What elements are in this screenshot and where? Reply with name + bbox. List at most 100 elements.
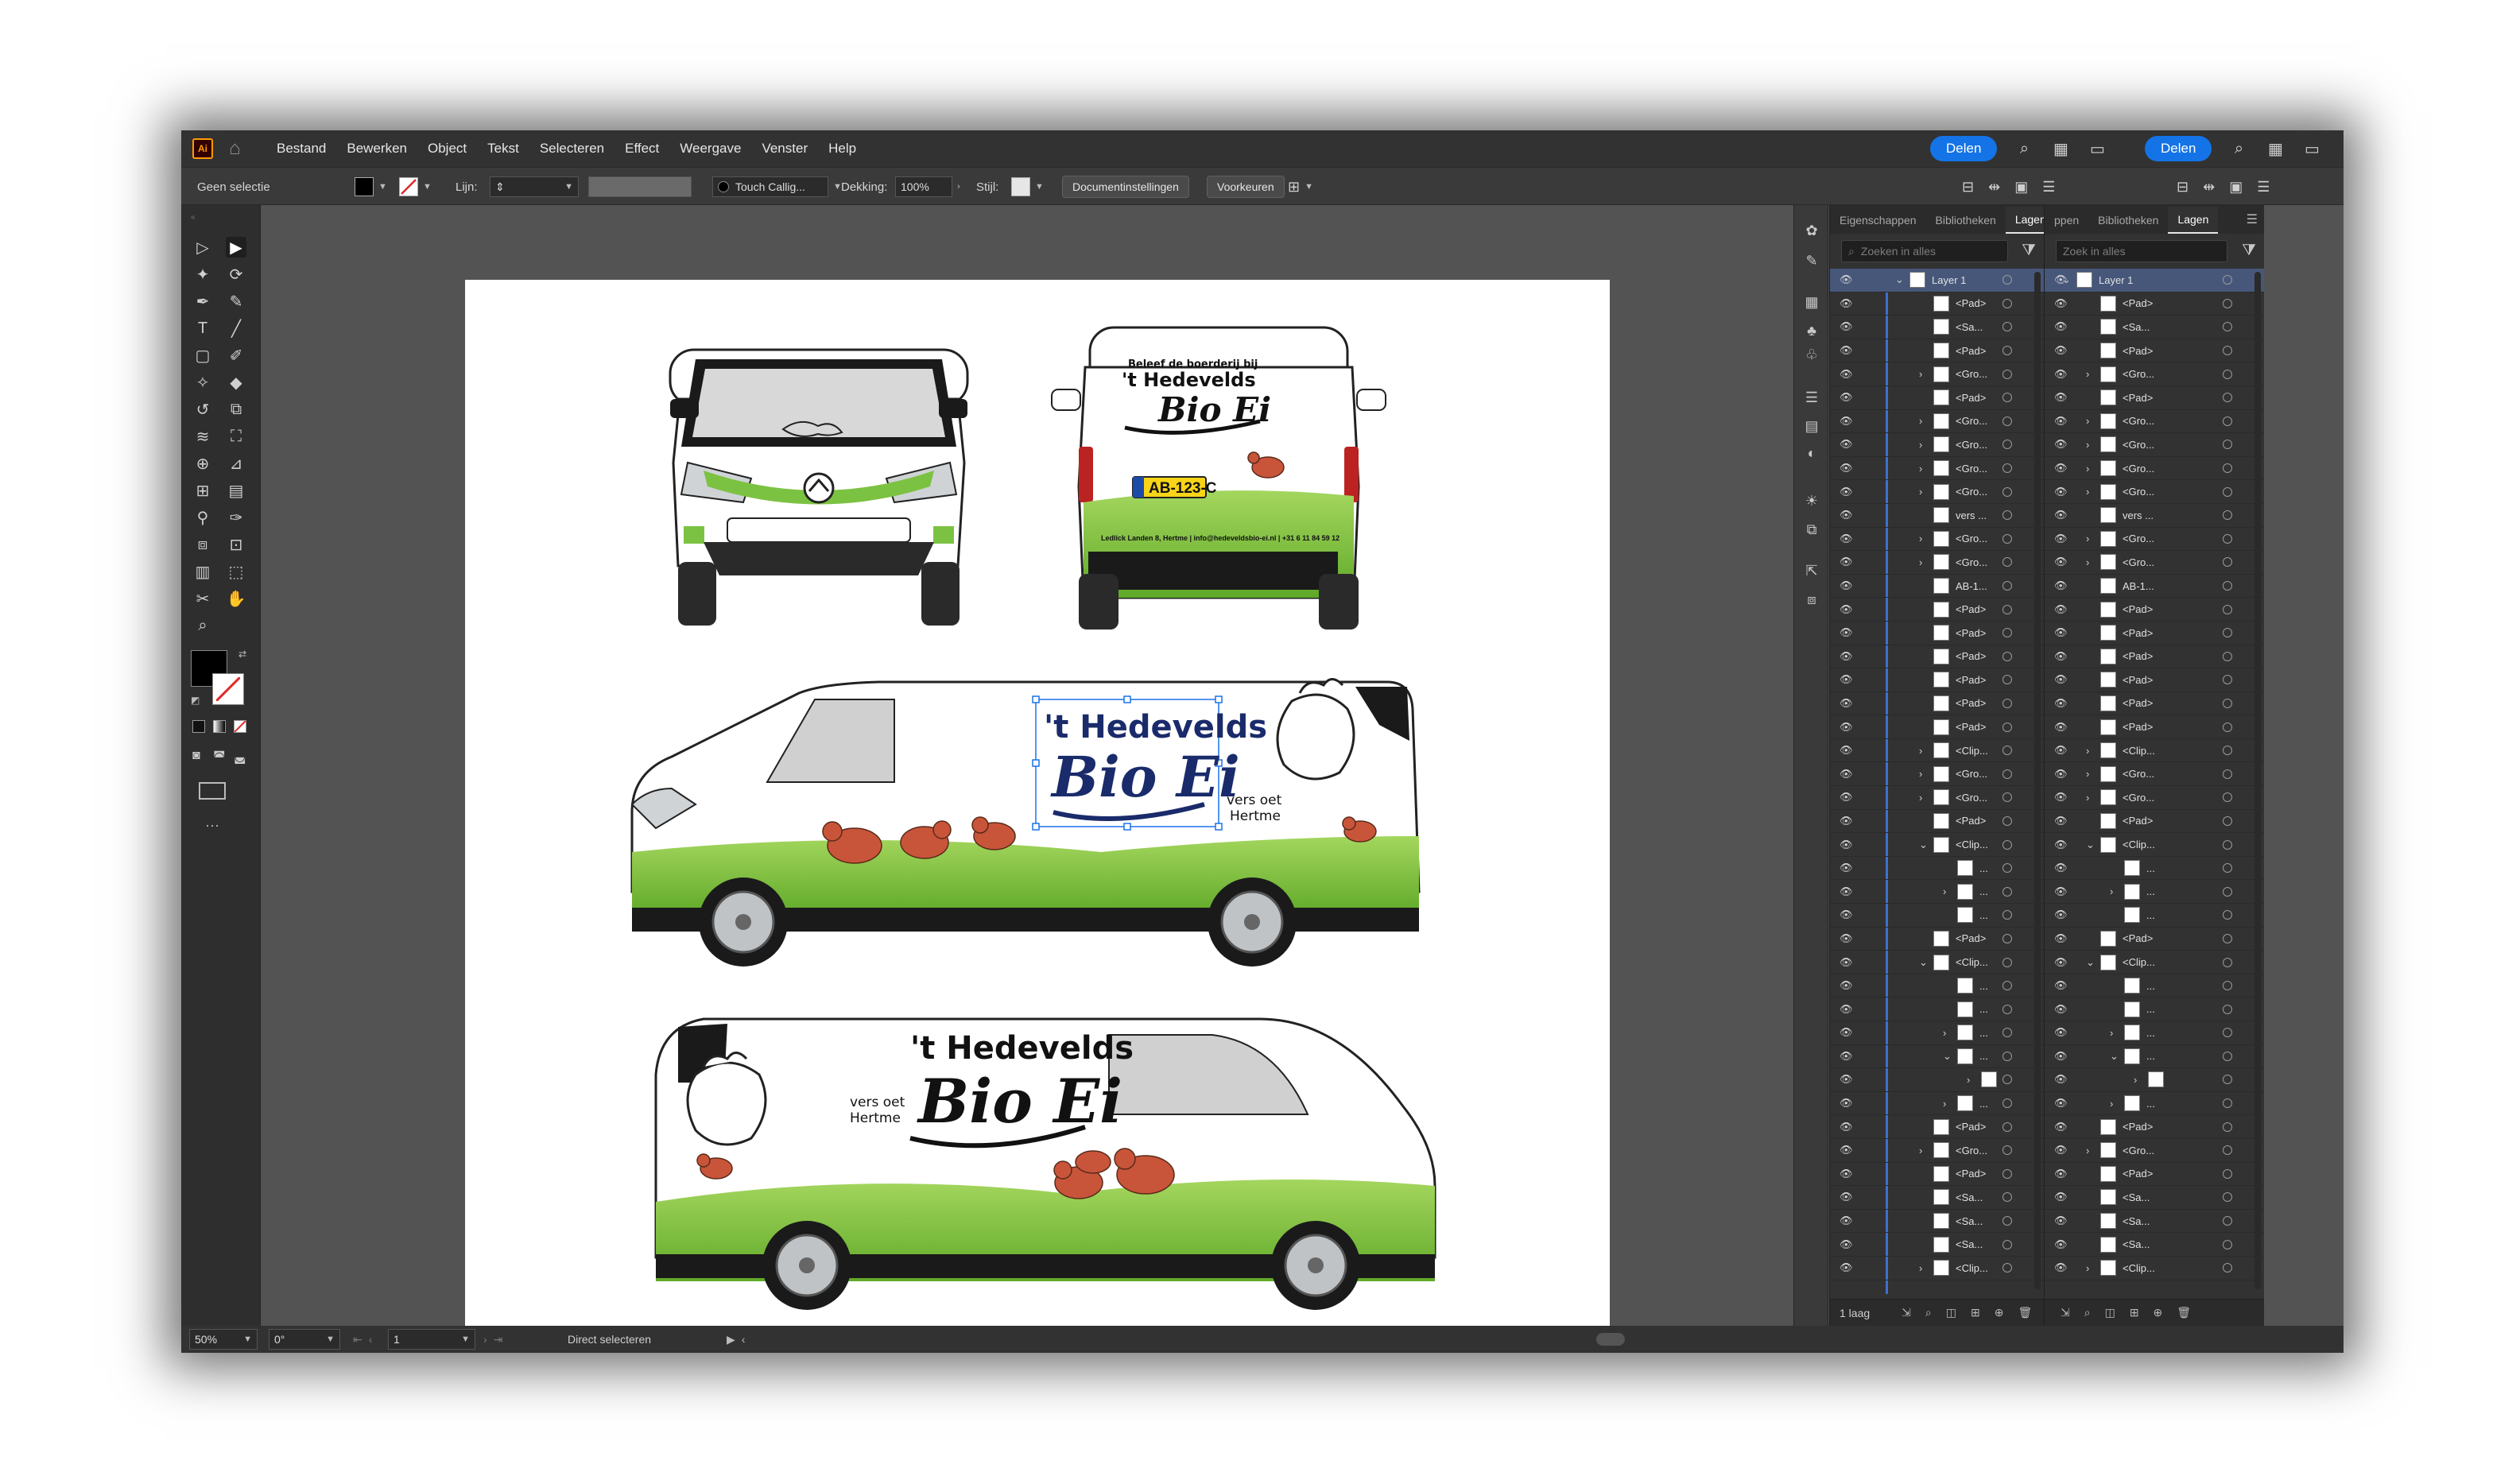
layer-row[interactable]: 👁 <Pad> (1830, 928, 2044, 951)
target-circle-icon[interactable] (2223, 981, 2232, 991)
chevron-right-icon[interactable]: › (1967, 1074, 1970, 1086)
layer-row-2[interactable]: 👁 <Pad> (2045, 692, 2264, 716)
target-circle-icon[interactable] (2002, 746, 2012, 756)
more-options-icon-2[interactable]: ☰ (2257, 179, 2270, 196)
panel-menu-icon[interactable]: ☰ (2247, 211, 2258, 227)
chevron-down-icon[interactable]: ▼ (564, 182, 573, 192)
layer-row-2[interactable]: 👁 <Sa... (2045, 1186, 2264, 1210)
target-circle-icon[interactable] (2002, 463, 2012, 474)
layer-row[interactable]: 👁 › <Gro... (1830, 1139, 2044, 1163)
layer-row-2[interactable]: 👁 ›... (2045, 1092, 2264, 1116)
visibility-eye-icon[interactable]: 👁 (1840, 626, 1853, 639)
chevron-right-icon[interactable]: › (1919, 415, 1922, 427)
transform-icon[interactable]: ▣ (2014, 179, 2028, 196)
visibility-eye-icon[interactable]: 👁 (1840, 908, 1853, 921)
visibility-eye-icon[interactable]: 👁 (2054, 486, 2068, 498)
layer-row[interactable]: 👁 › <Gro... (1830, 786, 2044, 810)
menu-venster[interactable]: Venster (762, 141, 808, 157)
visibility-eye-icon[interactable]: 👁 (1840, 932, 1853, 945)
target-circle-icon[interactable] (2002, 1263, 2012, 1273)
chevron-right-icon[interactable]: › (2086, 439, 2089, 451)
visibility-eye-icon[interactable]: 👁 (1840, 1026, 1853, 1039)
target-circle-icon[interactable] (2002, 275, 2012, 285)
target-circle-icon[interactable] (2002, 1122, 2012, 1132)
visibility-eye-icon[interactable]: 👁 (1840, 533, 1853, 545)
layer-row[interactable]: 👁 <Sa... (1830, 1210, 2044, 1234)
visibility-eye-icon[interactable]: 👁 (2054, 1144, 2068, 1156)
target-circle-icon[interactable] (2002, 839, 2012, 850)
target-circle-icon[interactable] (2223, 1122, 2232, 1132)
layers-scrollbar[interactable] (2034, 272, 2041, 1289)
layer-row-2[interactable]: 👁 <Sa... (2045, 1210, 2264, 1234)
chevron-right-icon[interactable]: › (1943, 885, 1946, 897)
layer-row-2[interactable]: 👁 <Pad> (2045, 928, 2264, 951)
layer-row-2[interactable]: 👁 <Pad> (2045, 386, 2264, 410)
layer-row-2[interactable]: 👁 › <Gro... (2045, 762, 2264, 787)
target-circle-icon[interactable] (2002, 933, 2012, 943)
stroke-weight-field[interactable]: ⇕ ▼ (490, 176, 579, 197)
target-circle-icon[interactable] (2002, 393, 2012, 403)
document-settings-button[interactable]: Documentinstellingen (1062, 176, 1189, 198)
chevron-right-icon[interactable]: › (1919, 486, 1922, 498)
layers-search-input[interactable]: ⌕ Zoeken in alles (1841, 240, 2008, 262)
visibility-eye-icon[interactable]: 👁 (1840, 768, 1853, 781)
visibility-eye-icon[interactable]: 👁 (1840, 1215, 1853, 1227)
share-button-2[interactable]: Delen (2145, 136, 2212, 161)
target-circle-icon[interactable] (2223, 675, 2232, 685)
target-circle-icon[interactable] (2002, 486, 2012, 497)
layers-search-input-2[interactable]: Zoek in alles (2056, 240, 2227, 262)
artboard[interactable]: AB-123-C Beleef de boerderij bij 't Hede… (465, 280, 1610, 1326)
visibility-eye-icon[interactable]: 👁 (2054, 1097, 2068, 1110)
menu-object[interactable]: Object (428, 141, 467, 157)
visibility-eye-icon[interactable]: 👁 (2054, 462, 2068, 475)
chevron-down-icon[interactable]: ⌄ (2086, 839, 2095, 851)
visibility-eye-icon[interactable]: 👁 (2054, 932, 2068, 945)
make-clipping-mask-icon[interactable]: ◫ (1946, 1306, 1956, 1319)
layer-row-2[interactable]: 👁 <Pad> (2045, 292, 2264, 316)
visibility-eye-icon[interactable]: 👁 (2054, 744, 2068, 757)
chevron-right-icon[interactable]: › (2086, 1262, 2089, 1274)
chevron-right-icon[interactable]: › (1919, 463, 1922, 475)
layer-row[interactable]: 👁 ⌄... (1830, 1045, 2044, 1069)
target-circle-icon[interactable] (2002, 792, 2012, 803)
chevron-right-icon[interactable]: › (1919, 745, 1922, 757)
chevron-right-icon[interactable]: › (1919, 1145, 1922, 1156)
visibility-eye-icon[interactable]: 👁 (1840, 1261, 1853, 1274)
layer-row-2[interactable]: 👁 › <Gro... (2045, 480, 2264, 504)
target-circle-icon[interactable] (2002, 722, 2012, 732)
locate-object-icon[interactable]: ⌕ (1925, 1306, 1932, 1319)
target-circle-icon[interactable] (2002, 886, 2012, 897)
visibility-eye-icon[interactable]: 👁 (2054, 908, 2068, 921)
home-icon[interactable]: ⌂ (229, 138, 251, 159)
chevron-right-icon[interactable]: › (1919, 368, 1922, 380)
horizontal-scroll-thumb[interactable] (1596, 1333, 1625, 1346)
chevron-right-icon[interactable]: › (2110, 1027, 2113, 1039)
search-icon-2[interactable]: ⌕ (2229, 139, 2248, 158)
layer-row[interactable]: 👁 › <Gro... (1830, 551, 2044, 575)
visibility-eye-icon[interactable]: 👁 (1840, 462, 1853, 475)
draw-normal-icon[interactable]: ◙ (192, 749, 200, 763)
visibility-eye-icon[interactable]: 👁 (1840, 673, 1853, 686)
visibility-eye-icon[interactable]: 👁 (1840, 885, 1853, 898)
layer-row-2[interactable]: 👁 <Pad> (2045, 1163, 2264, 1187)
visibility-eye-icon[interactable]: 👁 (1840, 415, 1853, 428)
visibility-eye-icon[interactable]: 👁 (1840, 839, 1853, 851)
target-circle-icon[interactable] (2002, 557, 2012, 568)
search-icon[interactable]: ⌕ (2014, 139, 2033, 158)
panel-collapse-icon[interactable]: « (191, 213, 196, 222)
layer-row-2[interactable]: 👁 › <Gro... (2045, 362, 2264, 386)
workspace-icon[interactable]: ▭ (2088, 139, 2107, 158)
visibility-eye-icon[interactable]: 👁 (1840, 556, 1853, 568)
filter-icon[interactable]: ⧩ (2022, 242, 2036, 260)
target-circle-icon[interactable] (2002, 1192, 2012, 1203)
target-circle-icon[interactable] (2002, 651, 2012, 661)
filter-icon-2[interactable]: ⧩ (2242, 242, 2256, 260)
collect-export-icon[interactable]: ⇲ (1902, 1306, 1911, 1319)
color-guide-icon[interactable]: ✿ (1802, 221, 1821, 240)
layer-row-2[interactable]: 👁 › <Gro... (2045, 1139, 2264, 1163)
chevron-down-icon[interactable]: ▼ (1035, 182, 1044, 192)
eraser-tool-icon[interactable]: ◆ (226, 372, 246, 393)
slice-tool-icon[interactable]: ✂ (192, 588, 213, 609)
layer-row-2[interactable]: 👁 › <Gro... (2045, 457, 2264, 481)
visibility-eye-icon[interactable]: 👁 (2054, 533, 2068, 545)
